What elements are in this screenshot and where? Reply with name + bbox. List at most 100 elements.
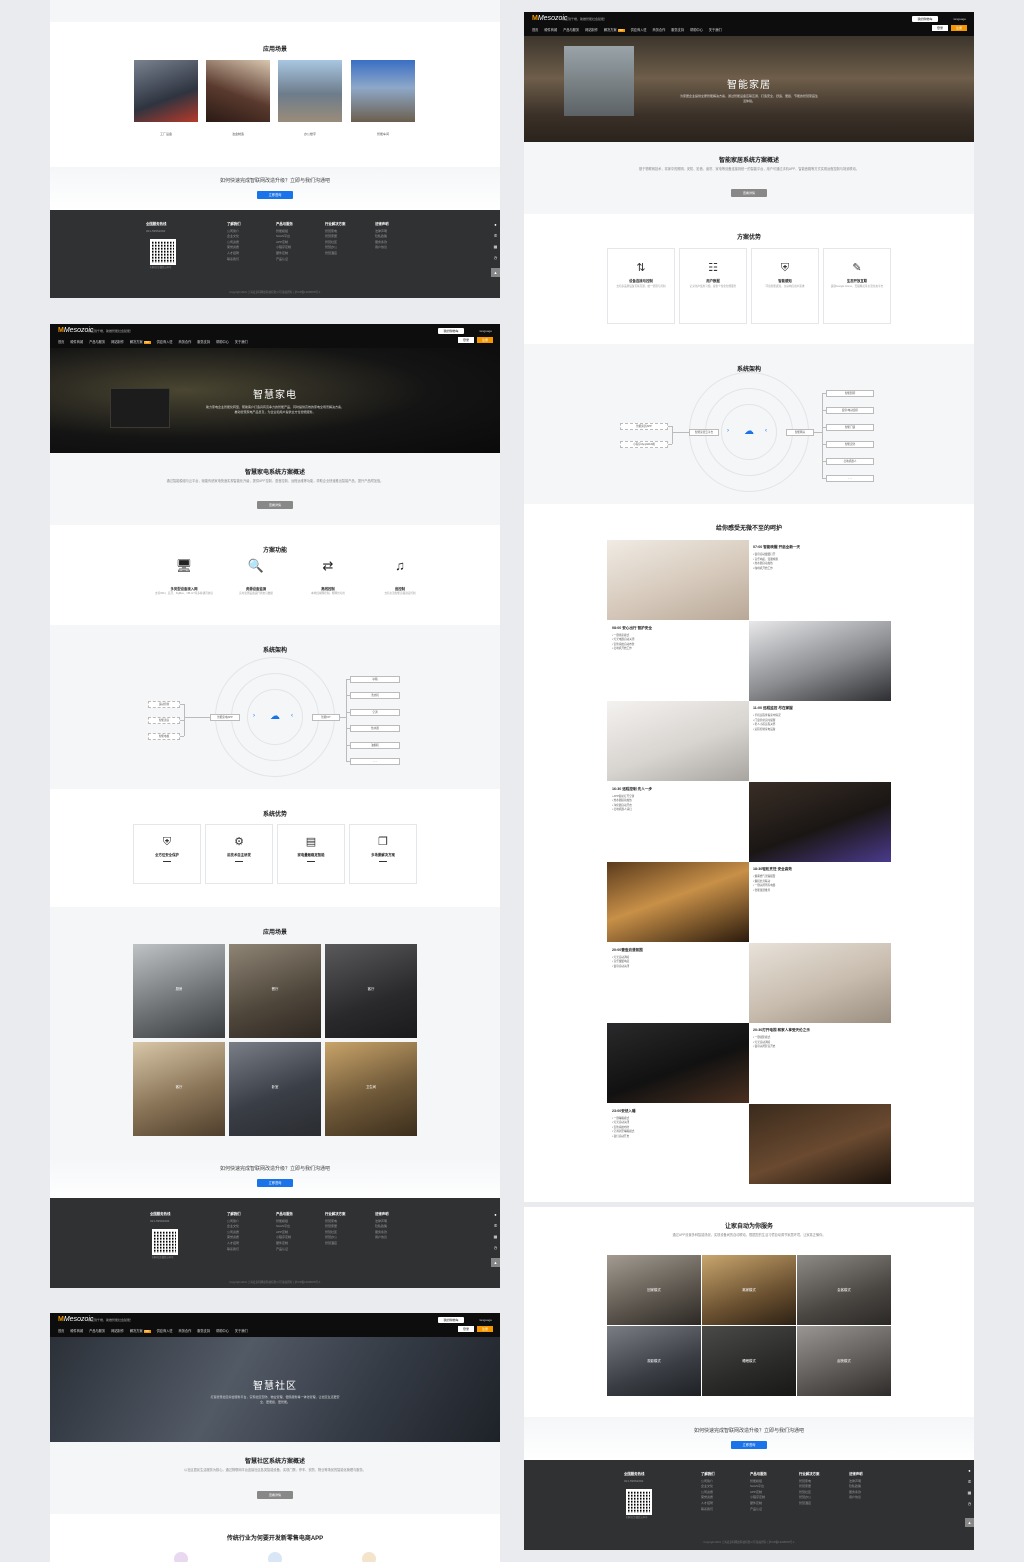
footer-link[interactable]: 企业文化 — [227, 1224, 241, 1230]
nav-item[interactable]: 供应商入驻 — [631, 27, 647, 32]
nav-item[interactable]: 产品与服务 — [89, 1328, 105, 1333]
login-button[interactable]: 登录 — [458, 337, 474, 343]
nav-item[interactable]: 商务合作 — [179, 1328, 192, 1333]
side-toolbar[interactable]: ● ✆ ▦ ◷ — [965, 1468, 974, 1506]
register-button[interactable]: 注册 — [477, 1326, 493, 1332]
footer-link[interactable]: 智慧酒店 — [325, 251, 345, 257]
advantage-card[interactable]: ▤ 家电量贩稳定智能 — [277, 824, 345, 884]
nav-item[interactable]: 服务支持 — [671, 27, 684, 32]
service-scene[interactable]: 回家模式 — [607, 1255, 701, 1325]
language-select[interactable]: language — [480, 329, 492, 333]
nav-item[interactable]: 供应商入驻 — [157, 1328, 173, 1333]
advantage-card[interactable]: ❐ 多场景解决方案 — [349, 824, 417, 884]
nav-item[interactable]: 关于我们 — [709, 27, 722, 32]
nav-item[interactable]: 商务合作 — [653, 27, 666, 32]
nav-item[interactable]: 商务合作 — [179, 339, 192, 344]
register-button[interactable]: 注册 — [477, 337, 493, 343]
message-icon[interactable]: ● — [968, 1468, 970, 1473]
cart-button[interactable]: 我的购物车 — [912, 16, 938, 22]
footer-link[interactable]: 隐私政策 — [375, 1224, 389, 1230]
service-scene[interactable]: 离家模式 — [702, 1255, 796, 1325]
service-scene[interactable]: 起夜模式 — [797, 1326, 891, 1396]
scene-image-factory[interactable] — [134, 60, 198, 122]
scene-image[interactable]: 厨房 — [133, 944, 225, 1038]
service-scene[interactable]: 睡眠模式 — [702, 1326, 796, 1396]
language-select[interactable]: language — [480, 1318, 492, 1322]
clock-icon[interactable]: ◷ — [494, 1245, 498, 1250]
nav-item[interactable]: 首页 — [58, 1328, 64, 1333]
footer-link[interactable]: 隐私政策 — [375, 234, 389, 240]
nav-item[interactable]: 产品与服务 — [89, 339, 105, 344]
nav-item[interactable]: 网站制作 — [585, 27, 598, 32]
qr-icon[interactable]: ▦ — [494, 1234, 498, 1239]
nav-item[interactable]: 首页 — [58, 339, 64, 344]
footer-link[interactable]: 产品认证 — [276, 1247, 293, 1253]
login-button[interactable]: 登录 — [932, 25, 948, 31]
scene-image[interactable]: 客厅 — [325, 944, 417, 1038]
nav-item[interactable]: 关于我们 — [235, 1328, 248, 1333]
nav-item[interactable]: 帮助中心 — [216, 339, 229, 344]
footer-link[interactable]: 产品认证 — [276, 257, 293, 263]
side-toolbar[interactable]: ● ✆ ▦ ◷ — [491, 222, 500, 260]
nav-item[interactable]: 网站制作 — [111, 1328, 124, 1333]
phone-icon[interactable]: ✆ — [968, 1479, 971, 1484]
nav-item[interactable]: 关于我们 — [235, 339, 248, 344]
footer-link[interactable]: 联系我们 — [227, 1247, 241, 1253]
footer-link[interactable]: 用户协议 — [375, 1235, 389, 1241]
nav-item[interactable]: 解决方案 HOT — [130, 1328, 151, 1333]
nav-item[interactable]: 帮助中心 — [216, 1328, 229, 1333]
footer-link[interactable]: 智慧酒店 — [799, 1501, 819, 1507]
nav-item[interactable]: 硬件商城 — [544, 27, 557, 32]
view-detail-button[interactable]: 查看详情 — [257, 1491, 293, 1499]
view-detail-button[interactable]: 查看详情 — [731, 189, 767, 197]
phone-icon[interactable]: ✆ — [494, 1223, 497, 1228]
back-to-top-icon[interactable]: ▲ — [491, 1258, 500, 1267]
footer-link[interactable]: 联系我们 — [701, 1507, 715, 1513]
login-button[interactable]: 登录 — [458, 1326, 474, 1332]
nav-item[interactable]: 硬件商城 — [70, 339, 83, 344]
scene-image[interactable]: 餐厅 — [229, 944, 321, 1038]
nav-item[interactable]: 解决方案 HOT — [130, 339, 151, 344]
register-button[interactable]: 注册 — [951, 25, 967, 31]
consult-button[interactable]: 立即咨询 — [731, 1441, 767, 1449]
footer-link[interactable]: 企业文化 — [227, 234, 241, 240]
clock-icon[interactable]: ◷ — [968, 1501, 972, 1506]
consult-button[interactable]: 立即咨询 — [257, 1179, 293, 1187]
scene-image-workshop[interactable] — [351, 60, 415, 122]
footer-link[interactable]: 智慧酒店 — [325, 1241, 345, 1247]
scene-image[interactable]: 卫生间 — [325, 1042, 417, 1136]
view-detail-button[interactable]: 查看详情 — [257, 501, 293, 509]
scene-image[interactable]: 客厅 — [133, 1042, 225, 1136]
scene-image[interactable]: 卧室 — [229, 1042, 321, 1136]
footer-link[interactable]: 隐私政策 — [849, 1484, 863, 1490]
message-icon[interactable]: ● — [494, 1212, 496, 1217]
footer-link[interactable]: 用户协议 — [375, 245, 389, 251]
nav-item[interactable]: 首页 — [532, 27, 538, 32]
nav-item[interactable]: 解决方案 HOT — [604, 27, 625, 32]
nav-item[interactable]: 服务支持 — [197, 339, 210, 344]
nav-item[interactable]: 供应商入驻 — [157, 339, 173, 344]
advantage-card[interactable]: ⛨ 智能感知 环境智能感知，主动响应用户需求 — [751, 248, 819, 324]
qr-icon[interactable]: ▦ — [968, 1490, 972, 1495]
back-to-top-icon[interactable]: ▲ — [491, 268, 500, 277]
footer-link[interactable]: 人才招聘 — [227, 251, 241, 257]
footer-link[interactable]: 联系我们 — [227, 257, 241, 263]
nav-item[interactable]: 网站制作 — [111, 339, 124, 344]
back-to-top-icon[interactable]: ▲ — [965, 1518, 974, 1527]
scene-image-office[interactable] — [278, 60, 342, 122]
footer-link[interactable]: 人才招聘 — [701, 1501, 715, 1507]
language-select[interactable]: language — [954, 17, 966, 21]
advantage-card[interactable]: ⛨ 全方位安全保护 — [133, 824, 201, 884]
nav-item[interactable]: 帮助中心 — [690, 27, 703, 32]
nav-item[interactable]: 产品与服务 — [563, 27, 579, 32]
advantage-card[interactable]: ✎ 生态开放互联 兼容Google Home、天猫精灵等主流生态平台 — [823, 248, 891, 324]
service-scene[interactable]: 会客模式 — [797, 1255, 891, 1325]
footer-link[interactable]: 用户协议 — [849, 1495, 863, 1501]
clock-icon[interactable]: ◷ — [494, 255, 498, 260]
footer-link[interactable]: 企业文化 — [701, 1484, 715, 1490]
side-toolbar[interactable]: ● ✆ ▦ ◷ — [491, 1212, 500, 1250]
qr-icon[interactable]: ▦ — [494, 244, 498, 249]
phone-icon[interactable]: ✆ — [494, 233, 497, 238]
cart-button[interactable]: 我的购物车 — [438, 328, 464, 334]
cart-button[interactable]: 我的购物车 — [438, 1317, 464, 1323]
